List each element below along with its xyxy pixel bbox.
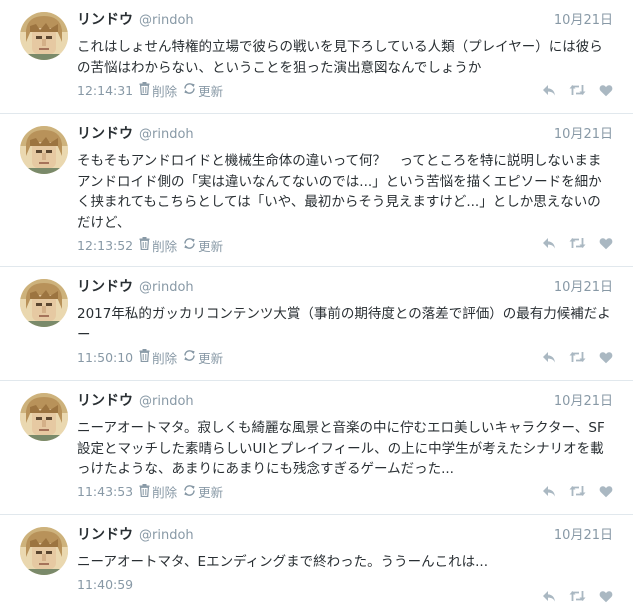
refresh-button[interactable]: 更新 <box>183 81 223 100</box>
author-name[interactable]: リンドウ <box>77 277 133 297</box>
retweet-icon[interactable] <box>569 84 586 96</box>
retweet-icon[interactable] <box>569 351 586 363</box>
trash-icon <box>139 483 152 500</box>
delete-button[interactable]: 削除 <box>139 348 177 367</box>
refresh-icon <box>183 237 198 253</box>
reply-icon[interactable] <box>542 237 556 250</box>
delete-label: 削除 <box>152 485 178 500</box>
delete-label: 削除 <box>152 238 178 254</box>
refresh-button[interactable]: 更新 <box>183 482 223 501</box>
refresh-button[interactable]: 更新 <box>183 348 223 367</box>
retweet-icon[interactable] <box>569 590 586 602</box>
avatar[interactable] <box>20 527 68 575</box>
trash-icon <box>139 349 152 365</box>
tweet: リンドウ @rindoh 10月21日 2017年私的ガッカリコンテンツ大賞（事… <box>0 267 633 381</box>
reply-icon[interactable] <box>542 84 556 97</box>
tweet-time: 11:40:59 <box>77 577 134 592</box>
author-handle[interactable]: @rindoh <box>139 11 194 31</box>
author-name[interactable]: リンドウ <box>77 124 133 144</box>
avatar[interactable] <box>20 126 68 174</box>
delete-button[interactable]: 削除 <box>139 236 177 255</box>
refresh-label: 更新 <box>198 350 224 366</box>
author-handle[interactable]: @rindoh <box>139 278 194 298</box>
author-handle[interactable]: @rindoh <box>139 526 194 546</box>
tweet-date[interactable]: 10月21日 <box>554 278 613 298</box>
avatar[interactable] <box>20 12 68 60</box>
retweet-icon[interactable] <box>569 485 586 497</box>
avatar[interactable] <box>20 393 68 441</box>
delete-label: 削除 <box>152 83 178 99</box>
tweet-time: 12:14:31 <box>77 82 134 98</box>
tweet-time: 11:50:10 <box>77 349 134 365</box>
author-handle[interactable]: @rindoh <box>139 125 194 145</box>
tweet-text: ニーアオートマタ。寂しくも綺麗な風景と音楽の中に佇むエロ美しいキャラクター、SF… <box>77 420 605 477</box>
tweet-text: ニーアオートマタ、Eエンディングまで終わった。ううーんこれは... <box>77 554 489 570</box>
refresh-icon <box>183 349 198 365</box>
tweet-time: 12:13:52 <box>77 237 134 253</box>
tweet: リンドウ @rindoh 10月21日 これはしょせん特権的立場で彼らの戦いを見… <box>0 0 633 114</box>
refresh-label: 更新 <box>198 238 224 254</box>
tweet-text: これはしょせん特権的立場で彼らの戦いを見下ろしている人類（プレイヤー）には彼らの… <box>77 39 603 76</box>
author-name[interactable]: リンドウ <box>77 391 133 411</box>
delete-label: 削除 <box>152 350 178 366</box>
trash-icon <box>139 82 152 98</box>
heart-icon[interactable] <box>599 590 613 603</box>
tweet: リンドウ @rindoh 10月21日 そもそもアンドロイドと機械生命体の違いっ… <box>0 114 633 267</box>
author-name[interactable]: リンドウ <box>77 10 133 30</box>
tweet-time: 11:43:53 <box>77 484 134 499</box>
refresh-label: 更新 <box>198 485 224 500</box>
reply-icon[interactable] <box>542 351 556 364</box>
heart-icon[interactable] <box>599 237 613 250</box>
delete-button[interactable]: 削除 <box>139 81 177 100</box>
avatar[interactable] <box>20 279 68 327</box>
tweet-text: そもそもアンドロイドと機械生命体の違いって何？ ってところを特に説明しないままア… <box>77 153 602 231</box>
heart-icon[interactable] <box>599 485 613 498</box>
author-handle[interactable]: @rindoh <box>139 392 194 412</box>
tweet: リンドウ @rindoh 10月21日 ニーアオートマタ、Eエンディングまで終わ… <box>0 515 633 607</box>
tweet-date[interactable]: 10月21日 <box>554 125 613 145</box>
reply-icon[interactable] <box>542 590 556 603</box>
tweet-date[interactable]: 10月21日 <box>554 11 613 31</box>
heart-icon[interactable] <box>599 351 613 364</box>
delete-button[interactable]: 削除 <box>139 482 177 501</box>
tweet: リンドウ @rindoh 10月21日 ニーアオートマタ。寂しくも綺麗な風景と音… <box>0 381 633 515</box>
tweet-date[interactable]: 10月21日 <box>554 392 613 412</box>
refresh-label: 更新 <box>198 83 224 99</box>
author-name[interactable]: リンドウ <box>77 525 133 545</box>
tweet-text: 2017年私的ガッカリコンテンツ大賞（事前の期待度との落差で評価）の最有力候補だ… <box>77 306 611 343</box>
retweet-icon[interactable] <box>569 237 586 249</box>
refresh-button[interactable]: 更新 <box>183 236 223 255</box>
reply-icon[interactable] <box>542 485 556 498</box>
trash-icon <box>139 237 152 253</box>
timeline: リンドウ @rindoh 10月21日 これはしょせん特権的立場で彼らの戦いを見… <box>0 0 633 607</box>
refresh-icon <box>183 82 198 98</box>
refresh-icon <box>183 484 198 500</box>
tweet-date[interactable]: 10月21日 <box>554 526 613 546</box>
heart-icon[interactable] <box>599 84 613 97</box>
